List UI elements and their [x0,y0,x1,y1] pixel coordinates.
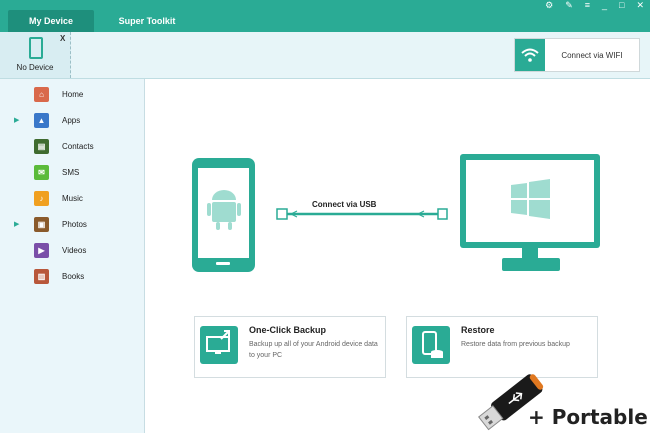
backup-description: Backup up all of your Android device dat… [249,341,378,359]
android-phone-icon [192,158,255,272]
restore-title: Restore [461,325,495,335]
connect-usb-label: Connect via USB [312,200,377,209]
one-click-backup-card[interactable]: One-Click Backup Backup up all of your A… [194,316,386,378]
portable-label: + Portable [528,405,648,429]
backup-title: One-Click Backup [249,325,327,335]
restore-description: Restore data from previous backup [461,341,570,348]
monitor-icon [460,154,600,271]
restore-icon [412,326,450,364]
usb-cable-icon [276,208,448,220]
backup-icon [200,326,238,364]
